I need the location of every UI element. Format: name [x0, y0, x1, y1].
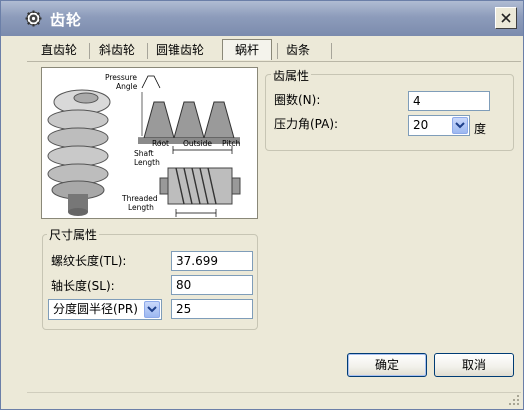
- thread-length-label: 螺纹长度(TL):: [51, 254, 127, 268]
- label-outside: Outside: [183, 139, 212, 148]
- radius-type-value: 分度圆半径(PR): [53, 302, 138, 316]
- label-angle: Angle: [116, 82, 138, 91]
- tab-bevel-gear[interactable]: 圆锥齿轮: [153, 40, 207, 60]
- pressure-angle-unit: 度: [474, 122, 487, 136]
- label-shaft: Shaft: [134, 149, 154, 158]
- turns-input[interactable]: 4: [408, 91, 490, 111]
- label-threaded-length: Length: [128, 203, 154, 212]
- pressure-angle-select[interactable]: 20: [408, 115, 470, 136]
- close-icon: [501, 13, 511, 23]
- label-pitch: Pitch: [222, 139, 241, 148]
- thread-length-input[interactable]: 37.699: [171, 251, 253, 271]
- tooth-properties-title: 齿属性: [271, 67, 312, 84]
- window-title: 齿轮: [50, 11, 83, 29]
- shaft-length-label: 轴长度(SL):: [51, 279, 115, 293]
- pressure-angle-line: [141, 75, 161, 89]
- title-bar[interactable]: 齿轮: [1, 1, 523, 36]
- pressure-angle-label: 压力角(PA):: [274, 117, 339, 131]
- gear-icon: [25, 10, 42, 27]
- shaft-length-input[interactable]: 80: [171, 275, 253, 295]
- resize-grip-icon[interactable]: [508, 394, 520, 406]
- label-root: Root: [152, 139, 169, 148]
- label-shaft-length: Length: [134, 158, 160, 167]
- chevron-down-icon: [147, 306, 157, 313]
- tab-spur-gear[interactable]: 直齿轮: [37, 40, 81, 60]
- threaded-worm-image: [159, 167, 241, 205]
- thread-profile: [138, 101, 240, 140]
- pressure-angle-value: 20: [413, 118, 429, 132]
- label-threaded: Threaded: [121, 194, 158, 203]
- tab-helical-gear[interactable]: 斜齿轮: [95, 40, 139, 60]
- radius-type-dropdown-button[interactable]: [144, 301, 160, 318]
- label-pressure: Pressure: [105, 73, 137, 82]
- tab-separator: [331, 43, 332, 59]
- size-properties-title: 尺寸属性: [47, 226, 100, 243]
- tooth-properties-group: [265, 74, 514, 151]
- tab-bar: 直齿轮 斜齿轮 圆锥齿轮 蜗杆 齿条: [27, 39, 497, 62]
- tab-worm[interactable]: 蜗杆: [222, 39, 272, 60]
- worm-diagram: Pressure Angle Root Outside Pitch Shaft …: [41, 67, 258, 219]
- pressure-angle-dropdown-button[interactable]: [452, 117, 468, 134]
- divider: [27, 392, 521, 393]
- turns-label: 圈数(N):: [274, 93, 321, 107]
- tab-separator: [277, 43, 278, 59]
- gear-dialog: 齿轮 直齿轮 斜齿轮 圆锥齿轮 蜗杆 齿条 Pressure Angle Roo…: [0, 0, 524, 410]
- ok-button[interactable]: 确定: [347, 353, 427, 377]
- cancel-button[interactable]: 取消: [434, 353, 514, 377]
- worm-diagram-graphic: Pressure Angle Root Outside Pitch Shaft …: [47, 73, 241, 217]
- tab-separator: [89, 43, 90, 59]
- worm-gear-image: [47, 89, 111, 216]
- chevron-down-icon: [455, 122, 465, 129]
- radius-input[interactable]: 25: [171, 299, 253, 319]
- tab-separator: [147, 43, 148, 59]
- tab-rack[interactable]: 齿条: [281, 40, 315, 60]
- close-button[interactable]: [495, 7, 517, 29]
- radius-type-select[interactable]: 分度圆半径(PR): [48, 299, 162, 320]
